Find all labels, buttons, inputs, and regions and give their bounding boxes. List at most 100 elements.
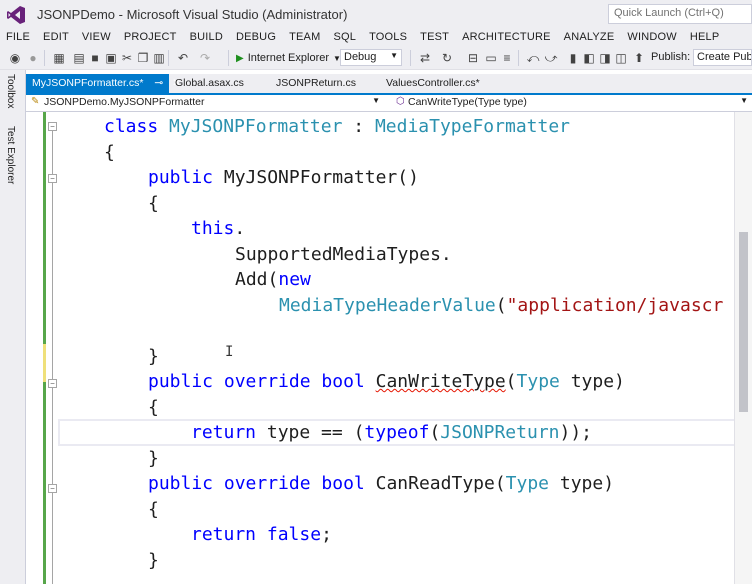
menu-window[interactable]: WINDOW — [627, 31, 676, 43]
code-line: public override bool CanReadType(Type ty… — [148, 473, 614, 495]
bookmark-next-icon[interactable]: ◨ — [598, 51, 612, 65]
code-text: type == ( — [256, 422, 365, 443]
code-line: Add(new — [235, 269, 311, 291]
indent-icon[interactable]: ≡ — [500, 51, 514, 65]
paste-icon[interactable]: ▥ — [152, 51, 166, 65]
menu-architecture[interactable]: ARCHITECTURE — [462, 31, 551, 43]
tab-global-asax[interactable]: Global.asax.cs — [169, 74, 250, 93]
bookmark-prev-icon[interactable]: ◧ — [582, 51, 596, 65]
outlining-guide — [52, 130, 53, 584]
code-line: { — [104, 142, 115, 163]
keyword: class — [104, 116, 159, 137]
menu-help[interactable]: HELP — [690, 31, 720, 43]
code-line: { — [148, 397, 159, 418]
code-text: ( — [495, 295, 507, 316]
start-debugging-button[interactable]: ▶ Internet Explorer ▼ — [236, 50, 341, 66]
keyword: typeof — [364, 422, 430, 443]
solution-configuration-select[interactable]: Debug ▼ — [340, 49, 402, 66]
collapse-icon[interactable]: − — [48, 174, 57, 183]
member-dropdown[interactable]: ⬡ CanWriteType(Type type) ▼ — [386, 96, 752, 111]
undo-icon[interactable]: ↶ — [176, 51, 190, 65]
code-text: MyJSONPFormatter() — [213, 167, 419, 188]
forward-navigate-icon[interactable]: ● — [26, 51, 40, 65]
menu-team[interactable]: TEAM — [289, 31, 320, 43]
uncomment-icon[interactable]: ⤻ — [544, 51, 558, 65]
toolbar-separator — [44, 50, 45, 66]
menu-bar: FILE EDIT VIEW PROJECT BUILD DEBUG TEAM … — [0, 28, 752, 46]
tab-jsonpreturn[interactable]: JSONPReturn.cs — [270, 74, 362, 93]
menu-debug[interactable]: DEBUG — [236, 31, 276, 43]
cut-icon[interactable]: ✂ — [120, 51, 134, 65]
code-text: type) — [559, 371, 625, 392]
code-line: public override bool CanWriteType(Type t… — [148, 371, 625, 393]
quick-launch-input[interactable]: Quick Launch (Ctrl+Q) — [608, 4, 752, 24]
code-text: ; — [321, 524, 332, 545]
menu-build[interactable]: BUILD — [190, 31, 223, 43]
code-line: { — [148, 193, 159, 214]
tab-label: MyJSONPFormatter.cs* — [32, 77, 144, 89]
window-title: JSONPDemo - Microsoft Visual Studio (Adm… — [37, 7, 348, 22]
save-all-icon[interactable]: ▣ — [104, 51, 118, 65]
chevron-down-icon: ▼ — [740, 96, 748, 105]
class-icon: ✎ — [31, 96, 40, 107]
test-explorer-tab[interactable]: Test Explorer — [5, 126, 16, 184]
document-tab-strip: MyJSONPFormatter.cs* ⊸ ✕ Global.asax.cs … — [26, 74, 752, 93]
menu-file[interactable]: FILE — [6, 31, 30, 43]
menu-project[interactable]: PROJECT — [124, 31, 177, 43]
tab-valuescontroller[interactable]: ValuesController.cs* — [380, 74, 486, 93]
method-name: CanWriteType — [375, 371, 506, 392]
bookmark-icon[interactable]: ▮ — [566, 51, 580, 65]
keyword: this — [191, 218, 235, 239]
align-icon[interactable]: ⊟ — [466, 51, 480, 65]
unsaved-changes-margin — [43, 344, 46, 382]
save-icon[interactable]: ■ — [88, 51, 102, 65]
code-line: } — [148, 448, 159, 469]
code-text: type) — [549, 473, 615, 494]
menu-tools[interactable]: TOOLS — [369, 31, 407, 43]
copy-icon[interactable]: ❐ — [136, 51, 150, 65]
keyword: bool — [321, 473, 365, 494]
code-line: } — [148, 346, 159, 367]
comment-icon[interactable]: ⤺ — [526, 51, 540, 65]
code-line: return type == (typeof(JSONPReturn)); — [191, 422, 592, 444]
code-navigation-bar: ✎ JSONPDemo.MyJSONPFormatter ▼ ⬡ CanWrit… — [26, 95, 752, 112]
type-name: Type — [516, 371, 560, 392]
publish-profile-select[interactable]: Create Publ — [693, 49, 752, 66]
back-navigate-icon[interactable]: ◉ — [8, 51, 22, 65]
refresh-icon[interactable]: ↻ — [440, 51, 454, 65]
toolbox-tab[interactable]: Toolbox — [5, 74, 16, 108]
new-project-icon[interactable]: ▦ — [52, 51, 66, 65]
string-literal: "application/javascr — [506, 295, 724, 316]
code-text: ( — [505, 371, 517, 392]
format-icon[interactable]: ▭ — [484, 51, 498, 65]
menu-analyze[interactable]: ANALYZE — [564, 31, 615, 43]
collapse-icon[interactable]: − — [48, 484, 57, 493]
code-text: )); — [559, 422, 593, 443]
open-file-icon[interactable]: ▤ — [72, 51, 86, 65]
type-dropdown[interactable]: ✎ JSONPDemo.MyJSONPFormatter ▼ — [28, 96, 384, 111]
chevron-down-icon: ▼ — [390, 51, 398, 60]
vertical-scrollbar[interactable] — [734, 112, 752, 584]
tab-myjsonpformatter[interactable]: MyJSONPFormatter.cs* ⊸ ✕ — [26, 74, 181, 93]
scrollbar-thumb[interactable] — [739, 232, 748, 412]
keyword: return — [191, 524, 257, 545]
keyword: override — [223, 371, 311, 392]
menu-edit[interactable]: EDIT — [43, 31, 69, 43]
menu-view[interactable]: VIEW — [82, 31, 111, 43]
publish-web-icon[interactable]: ⬆ — [632, 51, 646, 65]
collapse-icon[interactable]: − — [48, 379, 57, 388]
code-editor[interactable]: − − − − I class MyJSONPFormatter : Media… — [26, 112, 752, 584]
menu-test[interactable]: TEST — [420, 31, 449, 43]
code-text: : — [342, 116, 375, 137]
text-cursor-icon: I — [225, 344, 234, 360]
side-panel-tabs: Toolbox Test Explorer — [0, 70, 26, 584]
code-text: . — [234, 218, 246, 239]
redo-icon[interactable]: ↷ — [198, 51, 212, 65]
menu-sql[interactable]: SQL — [333, 31, 356, 43]
type-dropdown-value: JSONPDemo.MyJSONPFormatter — [44, 96, 205, 108]
keyword: new — [278, 269, 311, 290]
collapse-icon[interactable]: − — [48, 122, 57, 131]
pin-icon[interactable]: ⊸ — [154, 77, 163, 89]
bookmark-clear-icon[interactable]: ◫ — [614, 51, 628, 65]
browser-link-icon[interactable]: ⇄ — [418, 51, 432, 65]
